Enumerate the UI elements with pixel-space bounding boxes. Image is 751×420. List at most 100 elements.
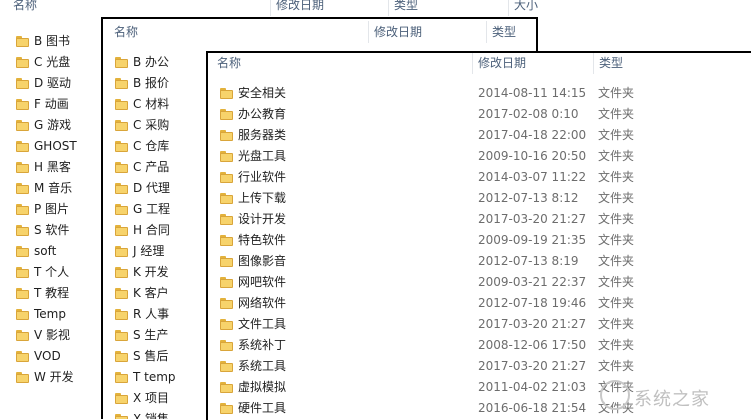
column-type[interactable]: 类型 (388, 0, 418, 16)
folder-icon (220, 214, 233, 225)
folder-icon (220, 340, 233, 351)
folder-name: T 教程 (34, 286, 70, 300)
folder-icon (115, 246, 128, 257)
folder-name: 办公教育 (238, 107, 287, 121)
column-size[interactable]: 大小 (508, 0, 538, 16)
folder-row[interactable]: 网吧软件 2009-03-21 22:37 文件夹 (208, 272, 748, 293)
folder-icon (220, 382, 233, 393)
folder-row[interactable]: 系统补丁 2008-12-06 17:50 文件夹 (208, 335, 748, 356)
folder-icon (220, 130, 233, 141)
folder-modified-date: 2017-04-18 22:00 (478, 128, 587, 142)
folder-icon (115, 225, 128, 236)
folder-icon (115, 141, 128, 152)
folder-name: 虚拟模拟 (238, 380, 287, 394)
folder-name: T temp (133, 370, 176, 384)
folder-modified-date: 2012-07-13 8:12 (478, 191, 579, 205)
folder-modified-date: 2011-04-02 21:03 (478, 380, 587, 394)
folder-name: J 经理 (133, 244, 165, 258)
folder-icon (220, 361, 233, 372)
folder-name: C 材料 (133, 97, 170, 111)
folder-name: K 客户 (133, 286, 169, 300)
column-name[interactable]: 名称 (212, 53, 241, 74)
folder-row[interactable]: 光盘工具 2009-10-16 20:50 文件夹 (208, 146, 748, 167)
column-modified[interactable]: 修改日期 (270, 0, 324, 16)
folder-icon (16, 288, 29, 299)
folder-name: B 报价 (133, 76, 170, 90)
column-name[interactable]: 名称 (8, 0, 37, 16)
folder-name: R 人事 (133, 307, 170, 321)
folder-icon (16, 141, 29, 152)
folder-icon (115, 162, 128, 173)
folder-icon (16, 78, 29, 89)
folder-icon (115, 99, 128, 110)
folder-icon (115, 204, 128, 215)
folder-row[interactable]: 安全相关 2014-08-11 14:15 文件夹 (208, 83, 748, 104)
folder-name: M 音乐 (34, 181, 73, 195)
column-header: 名称 修改日期 类型 (103, 19, 536, 43)
folder-modified-date: 2017-03-20 21:27 (478, 212, 587, 226)
folder-row[interactable]: 特色软件 2009-09-19 21:35 文件夹 (208, 230, 748, 251)
folder-type: 文件夹 (598, 128, 635, 142)
folder-name: H 黑客 (34, 160, 71, 174)
folder-modified-date: 2017-03-20 21:27 (478, 317, 587, 331)
folder-type: 文件夹 (598, 149, 635, 163)
column-modified[interactable]: 修改日期 (368, 21, 422, 43)
folder-type: 文件夹 (598, 338, 635, 352)
folder-name: 特色软件 (238, 233, 287, 247)
folder-name: VOD (34, 349, 61, 363)
folder-modified-date: 2008-12-06 17:50 (478, 338, 587, 352)
folder-modified-date: 2014-03-07 11:22 (478, 170, 587, 184)
folder-icon (220, 109, 233, 120)
folder-name: X 项目 (133, 391, 170, 405)
folder-modified-date: 2009-10-16 20:50 (478, 149, 587, 163)
folder-row[interactable]: 图像影音 2012-07-13 8:19 文件夹 (208, 251, 748, 272)
column-name[interactable]: 名称 (109, 21, 138, 43)
folder-name: G 工程 (133, 202, 171, 216)
folder-name: 系统补丁 (238, 338, 287, 352)
folder-name: C 产品 (133, 160, 170, 174)
folder-name: C 光盘 (34, 55, 71, 69)
folder-name: 光盘工具 (238, 149, 287, 163)
folder-type: 文件夹 (598, 317, 635, 331)
folder-icon (16, 120, 29, 131)
folder-icon (16, 372, 29, 383)
folder-name: S 生产 (133, 328, 169, 342)
folder-name: 上传下载 (238, 191, 287, 205)
folder-name: B 图书 (34, 34, 71, 48)
folder-icon (16, 225, 29, 236)
folder-type: 文件夹 (598, 233, 635, 247)
folder-type: 文件夹 (598, 254, 635, 268)
folder-icon (16, 267, 29, 278)
column-type[interactable]: 类型 (593, 53, 623, 74)
folder-row[interactable]: 办公教育 2017-02-08 0:10 文件夹 (208, 104, 748, 125)
folder-name: S 售后 (133, 349, 169, 363)
column-modified[interactable]: 修改日期 (472, 53, 526, 74)
folder-name: D 驱动 (34, 76, 72, 90)
folder-icon (115, 330, 128, 341)
folder-name: G 游戏 (34, 118, 72, 132)
folder-icon (220, 151, 233, 162)
folder-name: F 动画 (34, 97, 69, 111)
column-type[interactable]: 类型 (486, 21, 516, 43)
folder-icon (115, 120, 128, 131)
folder-name: C 仓库 (133, 139, 170, 153)
folder-name: 文件工具 (238, 317, 287, 331)
folder-name: P 图片 (34, 202, 70, 216)
folder-row[interactable]: 设计开发 2017-03-20 21:27 文件夹 (208, 209, 748, 230)
folder-row[interactable]: 文件工具 2017-03-20 21:27 文件夹 (208, 314, 748, 335)
watermark-logo-icon (600, 380, 630, 410)
folder-icon (115, 78, 128, 89)
folder-row[interactable]: 上传下载 2012-07-13 8:12 文件夹 (208, 188, 748, 209)
folder-icon (115, 183, 128, 194)
folder-icon (115, 414, 128, 419)
folder-modified-date: 2009-09-19 21:35 (478, 233, 587, 247)
folder-row[interactable]: 服务器类 2017-04-18 22:00 文件夹 (208, 125, 748, 146)
folder-row[interactable]: 网络软件 2012-07-18 19:46 文件夹 (208, 293, 748, 314)
folder-modified-date: 2012-07-18 19:46 (478, 296, 587, 310)
folder-name: 安全相关 (238, 86, 287, 100)
folder-name: D 代理 (133, 181, 171, 195)
folder-row[interactable]: 行业软件 2014-03-07 11:22 文件夹 (208, 167, 748, 188)
folder-icon (16, 204, 29, 215)
folder-icon (220, 256, 233, 267)
folder-icon (220, 88, 233, 99)
